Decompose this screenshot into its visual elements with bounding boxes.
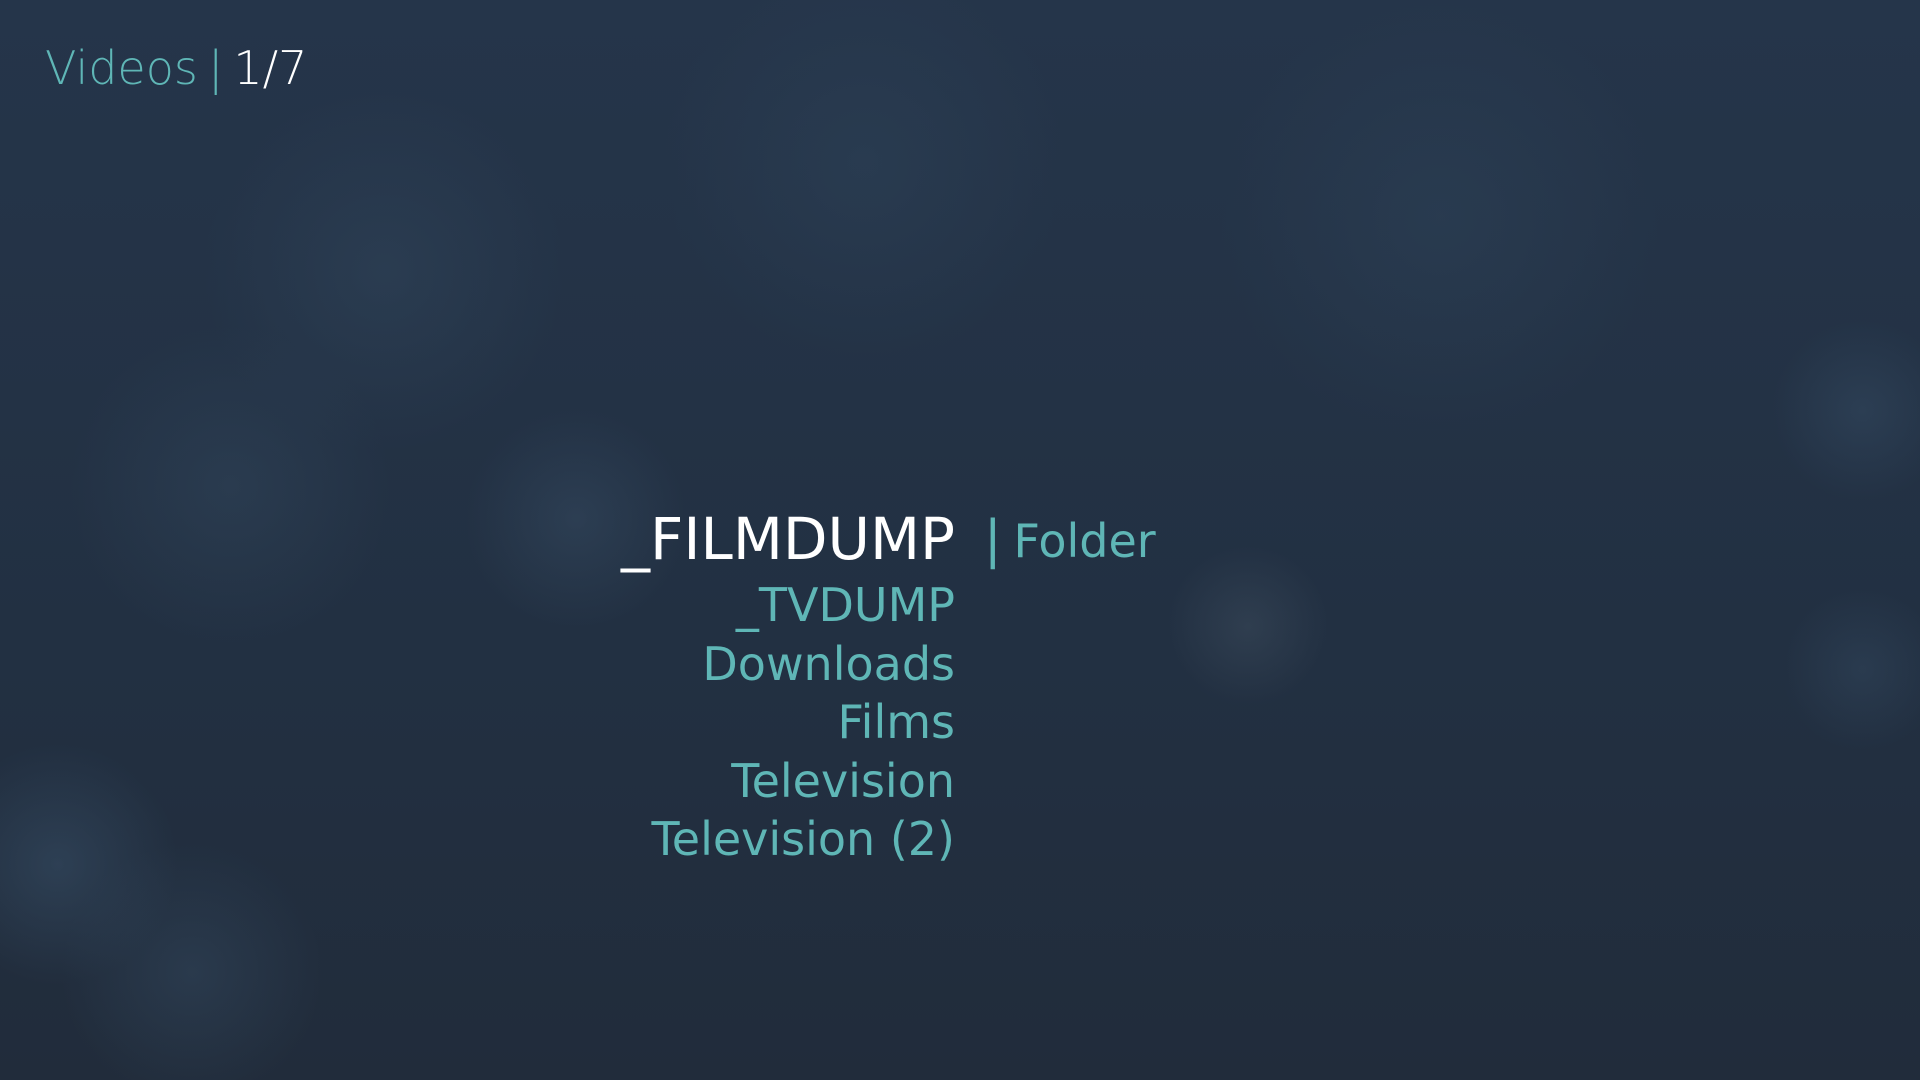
list-item-filmdump[interactable]: _FILMDUMP [621,502,955,576]
item-position: 1/7 [233,41,308,95]
folder-list: _FILMDUMP _TVDUMP Downloads Films Televi… [621,502,955,869]
list-item-tvdump[interactable]: _TVDUMP [621,576,955,635]
item-type-label: Folder [1013,514,1156,568]
selected-item-type: | Folder [984,505,1156,576]
list-item-films[interactable]: Films [621,693,955,752]
list-item-downloads[interactable]: Downloads [621,635,955,694]
header-separator: | [207,41,224,95]
list-item-television[interactable]: Television [621,752,955,811]
background [0,0,1920,1080]
section-title: Videos [45,41,198,95]
page-header: Videos | 1/7 [45,40,307,96]
type-separator: | [984,510,1002,570]
list-item-television-2[interactable]: Television (2) [621,810,956,869]
